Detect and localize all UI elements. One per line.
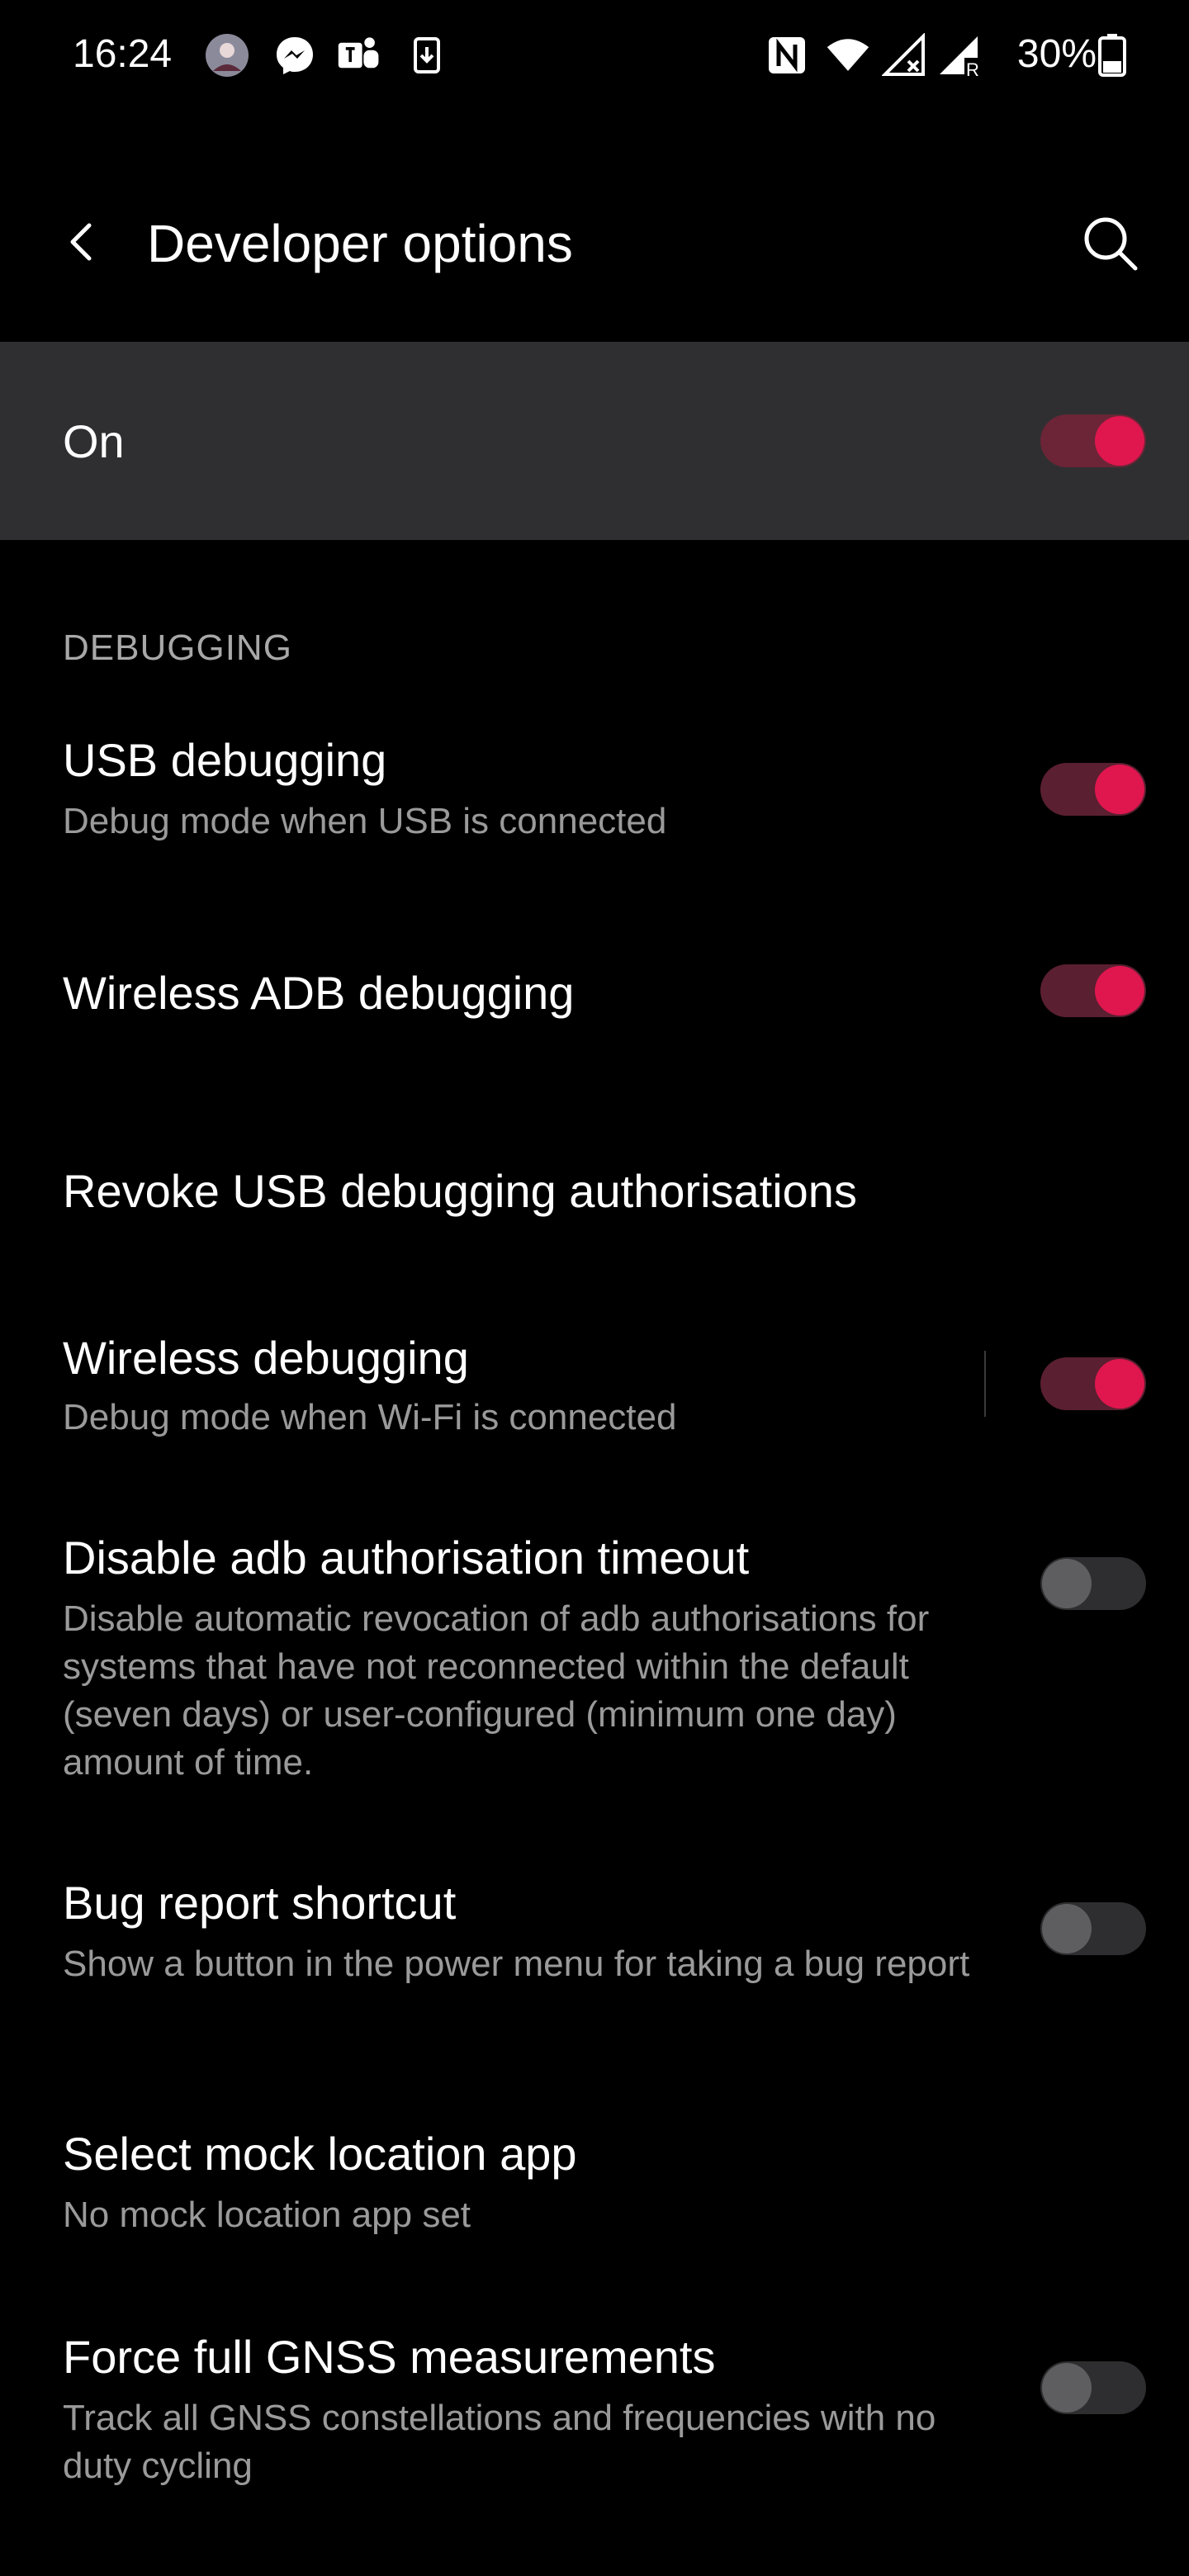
- setting-title: Bug report shortcut: [63, 1877, 457, 1929]
- nfc-icon: [765, 33, 809, 78]
- wireless-adb-debugging-toggle[interactable]: [1040, 964, 1146, 1017]
- master-toggle[interactable]: [1040, 414, 1146, 467]
- setting-summary: Show a button in the power menu for taki…: [63, 1944, 970, 1984]
- usb-debugging-toggle[interactable]: [1040, 763, 1146, 816]
- wireless-debugging-toggle[interactable]: [1040, 1357, 1146, 1410]
- setting-title: Force full GNSS measurements: [63, 2331, 716, 2383]
- adb-timeout-toggle[interactable]: [1040, 1557, 1146, 1610]
- setting-title: Revoke USB debugging authorisations: [63, 1165, 857, 1217]
- developer-options-master-switch[interactable]: On: [0, 342, 1189, 540]
- force-gnss-toggle[interactable]: [1040, 2361, 1146, 2414]
- setting-bug-report-shortcut[interactable]: Bug report shortcut Show a button in the…: [0, 1866, 1189, 2031]
- setting-summary: Track all GNSS constellations and freque…: [63, 2398, 936, 2486]
- search-icon: [1084, 217, 1138, 271]
- back-arrow-icon: [70, 223, 92, 261]
- setting-wireless-debugging[interactable]: Wireless debugging Debug mode when Wi-Fi…: [0, 1321, 1189, 1453]
- back-button[interactable]: [50, 211, 112, 273]
- setting-disable-adb-authorisation-timeout[interactable]: Disable adb authorisation timeout Disabl…: [0, 1519, 1189, 1792]
- section-header-debugging: DEBUGGING: [63, 627, 292, 668]
- status-bar: 16:24 R 30%: [0, 0, 1189, 116]
- master-switch-label: On: [63, 415, 125, 467]
- row-divider: [984, 1351, 986, 1417]
- avatar-icon: [205, 33, 249, 78]
- battery-percent: 30%: [1016, 32, 1097, 76]
- setting-force-full-gnss-measurements[interactable]: Force full GNSS measurements Track all G…: [0, 2320, 1189, 2502]
- setting-summary: Debug mode when Wi-Fi is connected: [63, 1397, 677, 1437]
- setting-title: USB debugging: [63, 734, 387, 786]
- download-icon: [405, 33, 449, 78]
- setting-revoke-usb-authorisations[interactable]: Revoke USB debugging authorisations: [0, 1139, 1189, 1238]
- setting-title: Wireless debugging: [63, 1332, 469, 1384]
- setting-title: Select mock location app: [63, 2128, 577, 2180]
- setting-select-mock-location-app[interactable]: Select mock location app No mock locatio…: [0, 2117, 1189, 2249]
- setting-title: Wireless ADB debugging: [63, 967, 575, 1019]
- setting-summary: Debug mode when USB is connected: [63, 801, 667, 841]
- battery-icon: [1090, 33, 1135, 78]
- setting-summary: Disable automatic revocation of adb auth…: [63, 1598, 930, 1783]
- signal-x-icon: [882, 33, 926, 78]
- bug-report-shortcut-toggle[interactable]: [1040, 1902, 1146, 1955]
- search-button[interactable]: [1073, 206, 1148, 281]
- messenger-icon: [272, 33, 317, 78]
- setting-usb-debugging[interactable]: USB debugging Debug mode when USB is con…: [0, 718, 1189, 850]
- page-title: Developer options: [147, 214, 573, 273]
- svg-text:R: R: [966, 59, 979, 78]
- app-bar: Developer options: [0, 165, 1189, 314]
- status-time: 16:24: [73, 32, 173, 76]
- setting-wireless-adb-debugging[interactable]: Wireless ADB debugging: [0, 941, 1189, 1040]
- wifi-icon: [826, 33, 870, 78]
- setting-summary: No mock location app set: [63, 2195, 471, 2235]
- setting-title: Disable adb authorisation timeout: [63, 1532, 750, 1584]
- teams-icon: [337, 33, 381, 78]
- signal-roaming-icon: R: [936, 33, 981, 78]
